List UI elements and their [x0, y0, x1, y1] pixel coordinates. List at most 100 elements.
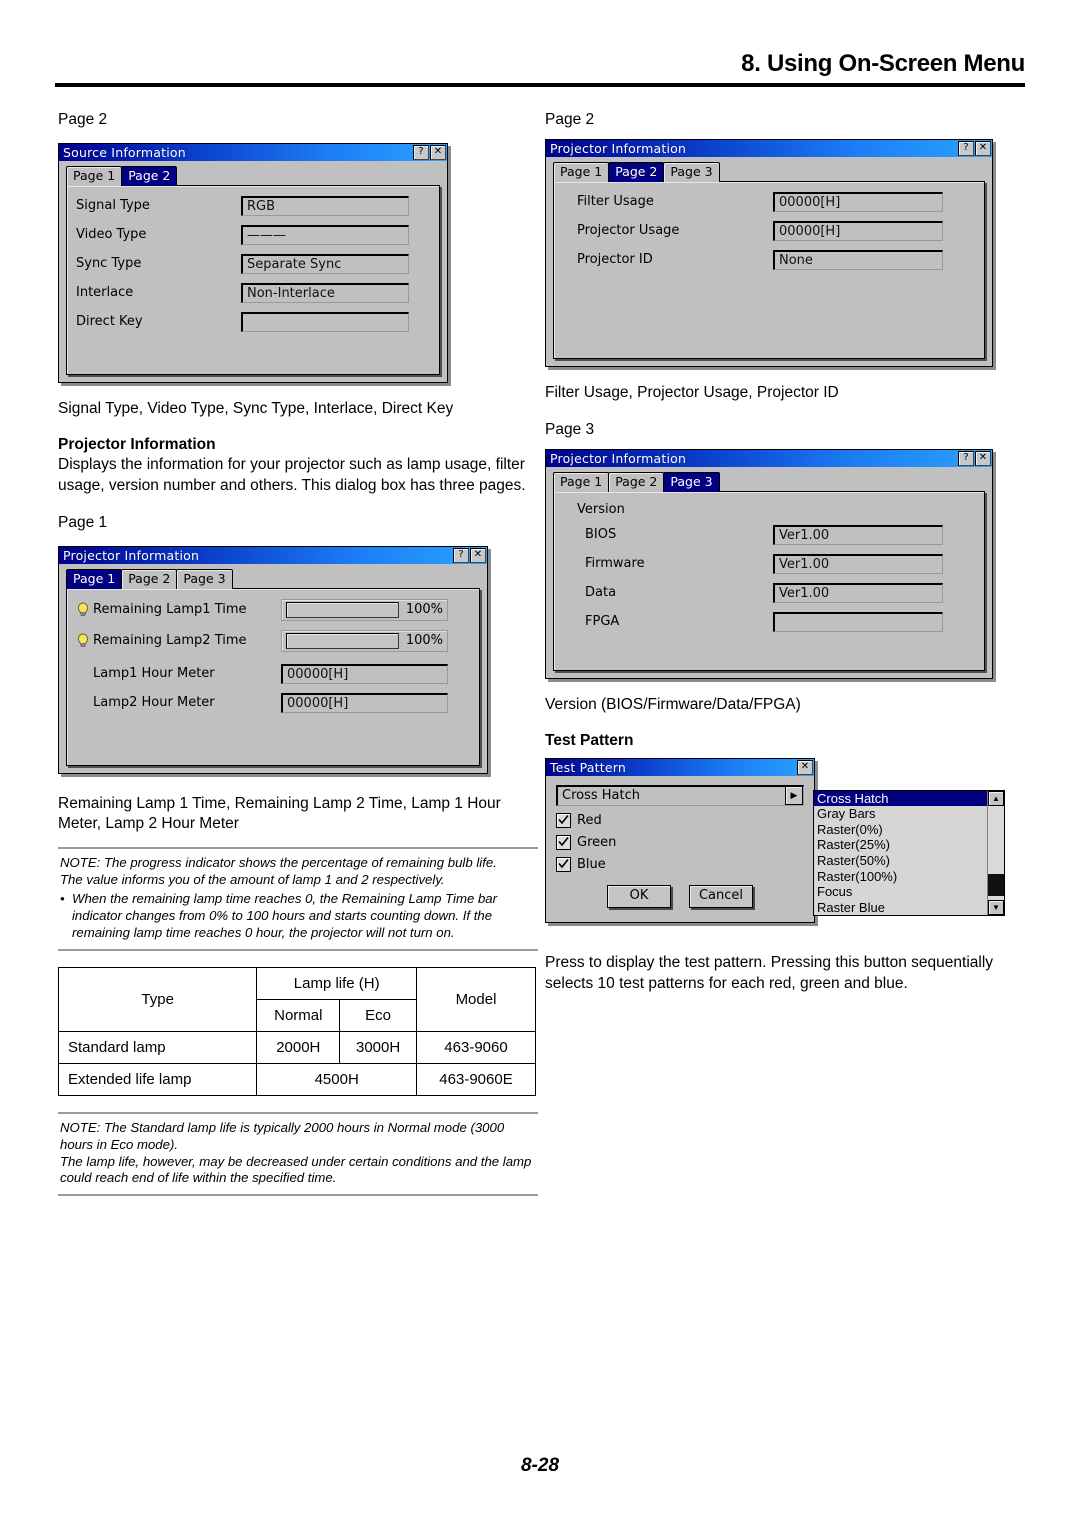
field-value[interactable]: None	[773, 249, 943, 270]
progress-bar	[286, 632, 399, 649]
tab-page-2[interactable]: Page 2	[608, 161, 665, 182]
checkbox-label-red: Red	[577, 812, 602, 828]
list-item[interactable]: Raster(0%)	[814, 822, 987, 838]
tab-page-1[interactable]: Page 1	[66, 165, 123, 186]
dialog-body: Page 1 Page 2 Page 3 Version BIOS Ver1.0…	[546, 467, 992, 678]
progress-percent: 100%	[405, 602, 443, 618]
field-row: Signal Type RGB	[76, 195, 430, 216]
progress-row: Remaining Lamp2 Time 100%	[76, 629, 470, 652]
tab-page-3[interactable]: Page 3	[663, 471, 720, 492]
scroll-down-icon[interactable]: ▼	[988, 900, 1004, 916]
field-value[interactable]: Ver1.00	[773, 582, 943, 603]
list-item[interactable]: Cross Hatch	[814, 790, 987, 807]
field-value[interactable]: 00000[H]	[773, 220, 943, 241]
test-pattern-dialog: Test Pattern ✕ Cross Hatch ▶ Red Green B…	[545, 757, 815, 923]
right-page2-label: Page 2	[545, 111, 595, 128]
ok-button[interactable]: OK	[607, 884, 671, 908]
checkbox-green[interactable]	[556, 834, 571, 850]
tab-page-1[interactable]: Page 1	[66, 568, 123, 589]
tab-page-1[interactable]: Page 1	[553, 161, 610, 182]
help-icon[interactable]: ?	[413, 144, 429, 160]
field-value[interactable]: 00000[H]	[281, 692, 448, 713]
cancel-button[interactable]: Cancel	[689, 884, 753, 908]
dialog-body: Cross Hatch ▶ Red Green Blue OK Cancel	[546, 776, 814, 922]
list-item[interactable]: Raster(50%)	[814, 853, 987, 869]
tab-page-2[interactable]: Page 2	[608, 471, 665, 492]
help-icon[interactable]: ?	[958, 140, 974, 156]
cell-type: Extended life lamp	[57, 1062, 258, 1096]
dialog-buttons: OK Cancel	[556, 884, 804, 908]
field-value[interactable]	[241, 311, 409, 332]
field-row: Lamp1 Hour Meter 00000[H]	[76, 663, 470, 684]
test-pattern-select[interactable]: Cross Hatch ▶	[556, 784, 804, 806]
field-value[interactable]: 00000[H]	[773, 191, 943, 212]
caption-test-pattern: Press to display the test pattern. Press…	[545, 953, 994, 992]
close-icon[interactable]: ✕	[470, 547, 486, 563]
checkbox-blue[interactable]	[556, 856, 571, 872]
checkbox-row[interactable]: Red	[556, 812, 804, 828]
help-icon[interactable]: ?	[958, 450, 974, 466]
list-item[interactable]: Gray Bars	[814, 806, 987, 822]
list-item[interactable]: Raster Blue	[814, 900, 987, 916]
field-value[interactable]: RGB	[241, 195, 409, 216]
close-icon[interactable]: ✕	[975, 450, 991, 466]
list-item[interactable]: Raster(100%)	[814, 869, 987, 885]
field-row: Projector ID None	[563, 249, 975, 270]
checkbox-row[interactable]: Blue	[556, 856, 804, 872]
tab-page-2[interactable]: Page 2	[121, 165, 178, 186]
close-icon[interactable]: ✕	[430, 144, 446, 160]
lamp-icon	[76, 602, 90, 617]
dialog-title: Projector Information	[550, 450, 687, 466]
field-value[interactable]	[773, 611, 943, 632]
lamp-icon	[76, 633, 90, 648]
close-icon[interactable]: ✕	[975, 140, 991, 156]
cell-model: 463-9060E	[416, 1062, 536, 1096]
field-value[interactable]: Separate Sync	[241, 253, 409, 274]
close-icon[interactable]: ✕	[797, 759, 813, 775]
tab-pane: Version BIOS Ver1.00 Firmware Ver1.00 Da…	[553, 490, 985, 671]
field-value[interactable]: 00000[H]	[281, 663, 448, 684]
field-row: Projector Usage 00000[H]	[563, 220, 975, 241]
field-value[interactable]: Ver1.00	[773, 524, 943, 545]
caption-lamp-fields: Remaining Lamp 1 Time, Remaining Lamp 2 …	[58, 794, 501, 833]
field-row: BIOS Ver1.00	[563, 524, 975, 545]
tab-strip: Page 1 Page 2 Page 3	[553, 161, 985, 182]
checkbox-red[interactable]	[556, 812, 571, 828]
dropdown-items: Cross Hatch Gray Bars Raster(0%) Raster(…	[814, 790, 987, 916]
source-information-dialog: Source Information ? ✕ Page 1 Page 2 Sig…	[58, 142, 448, 383]
field-label: Video Type	[76, 227, 147, 243]
field-value[interactable]: Ver1.00	[773, 553, 943, 574]
cell-model: 463-9060	[416, 1030, 536, 1064]
page-number: 8-28	[520, 1455, 560, 1476]
group-label-version: Version	[577, 501, 625, 517]
caption-projector-page3: Version (BIOS/Firmware/Data/FPGA)	[545, 695, 801, 713]
text-projector-information: Displays the information for your projec…	[58, 455, 526, 495]
dialog-body: Page 1 Page 2 Page 3 Remaining Lamp1 Tim…	[59, 564, 487, 773]
scrollbar[interactable]: ▲ ▼	[987, 790, 1004, 916]
checkbox-row[interactable]: Green	[556, 834, 804, 850]
tab-page-3[interactable]: Page 3	[176, 568, 233, 589]
test-pattern-dropdown-list[interactable]: Cross Hatch Gray Bars Raster(0%) Raster(…	[813, 789, 1005, 917]
list-item[interactable]: Raster(25%)	[814, 837, 987, 853]
field-value[interactable]: Non-Interlace	[241, 282, 409, 303]
scroll-track[interactable]	[988, 805, 1004, 901]
tab-strip: Page 1 Page 2	[66, 165, 440, 186]
tab-page-2[interactable]: Page 2	[121, 568, 178, 589]
chevron-right-icon[interactable]: ▶	[785, 786, 803, 806]
note-bullet: • When the remaining lamp time reaches 0…	[60, 891, 536, 942]
checkbox-label-blue: Blue	[577, 856, 606, 872]
help-icon[interactable]: ?	[453, 547, 469, 563]
tab-page-3[interactable]: Page 3	[663, 161, 720, 182]
field-row: Video Type ———	[76, 224, 430, 245]
list-item[interactable]: Focus	[814, 884, 987, 900]
note-lamp-table: NOTE: The Standard lamp life is typicall…	[58, 1111, 538, 1197]
field-value[interactable]: ———	[241, 224, 409, 245]
scroll-thumb[interactable]	[988, 874, 1004, 897]
progress-percent: 100%	[405, 633, 443, 649]
tab-page-1[interactable]: Page 1	[553, 471, 610, 492]
scroll-up-icon[interactable]: ▲	[988, 790, 1004, 806]
header-eco: Eco	[339, 998, 417, 1032]
dialog-title: Projector Information	[63, 547, 200, 563]
progress-bar	[286, 601, 399, 618]
heading-test-pattern: Test Pattern	[545, 731, 634, 749]
